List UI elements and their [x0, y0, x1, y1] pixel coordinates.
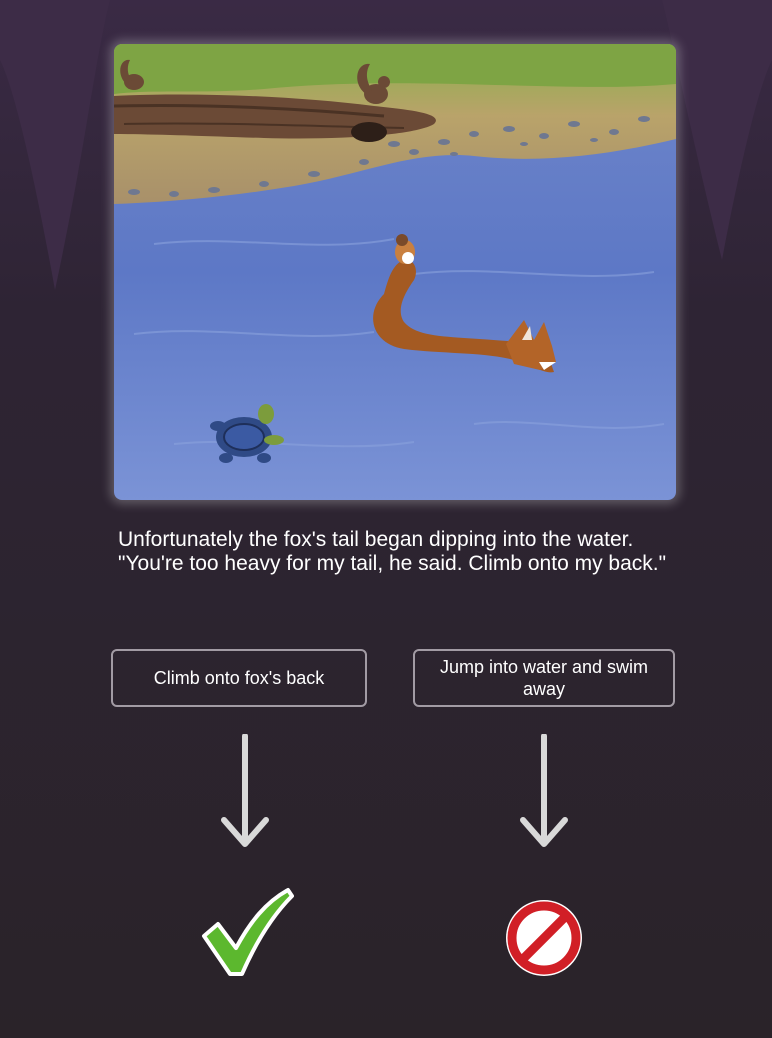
curtain-left: [0, 0, 110, 290]
prohibited-icon: [506, 900, 582, 976]
arrow-down-icon: [520, 734, 568, 847]
story-text: Unfortunately the fox's tail began dippi…: [118, 528, 667, 575]
choice-jump-button[interactable]: Jump into water and swim away: [413, 649, 675, 707]
check-icon: [202, 888, 294, 976]
arrow-down-icon: [221, 734, 269, 847]
choice-climb-button[interactable]: Climb onto fox's back: [111, 649, 367, 707]
story-illustration: [114, 44, 676, 500]
